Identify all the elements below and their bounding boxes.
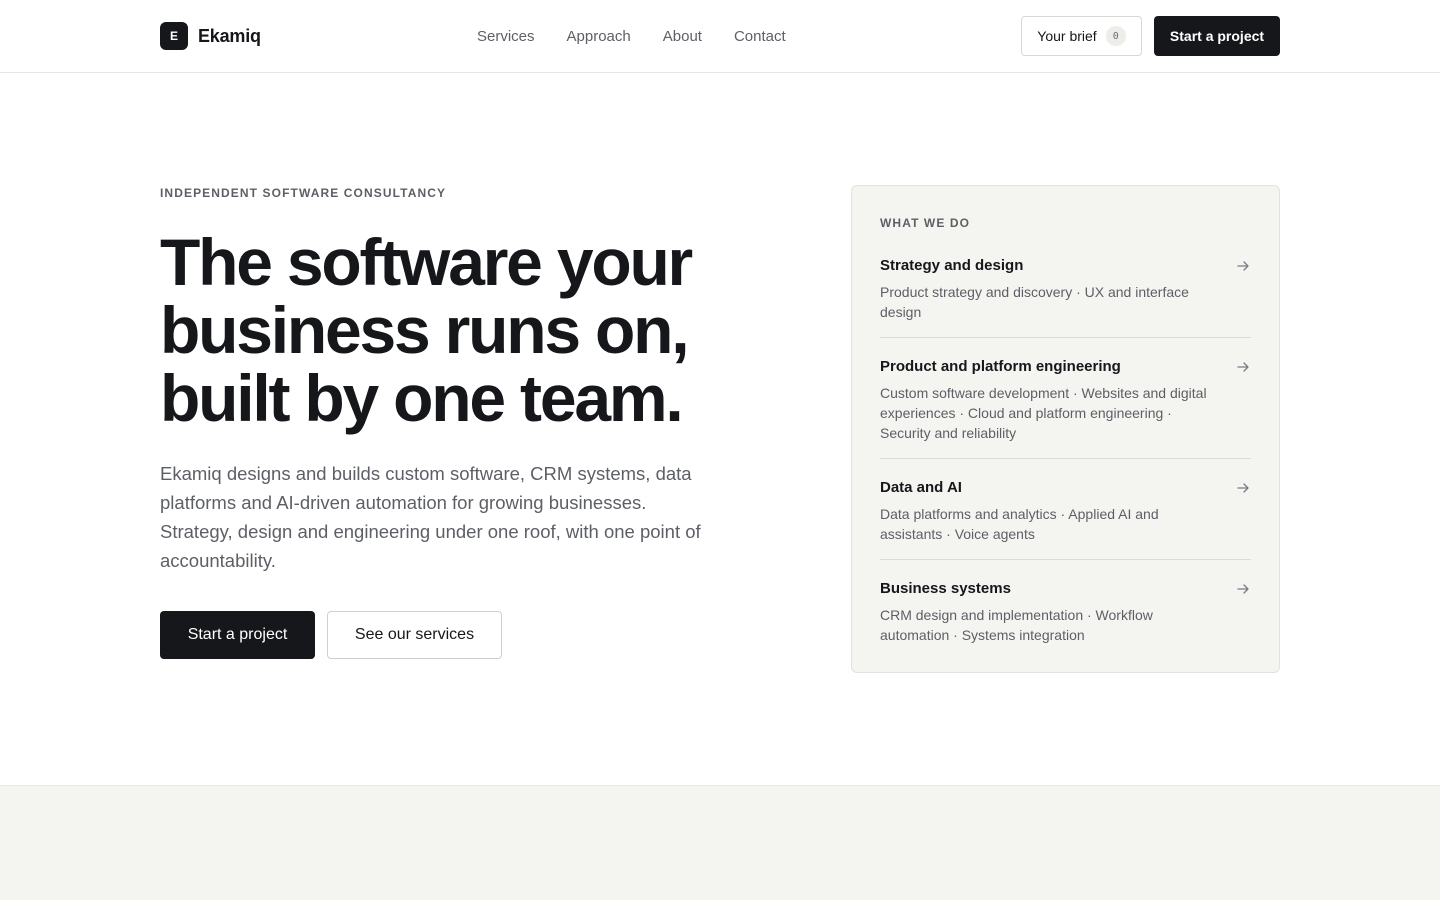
hero-subtitle: Ekamiq designs and builds custom softwar… — [160, 463, 701, 571]
next-section-band — [0, 785, 1440, 900]
arrow-right-icon — [1237, 362, 1249, 372]
hero-title: The software your business runs on, buil… — [160, 228, 800, 432]
see-services-button[interactable]: See our services — [327, 611, 502, 659]
service-item-business-systems[interactable]: Business systems CRM design and implemen… — [880, 579, 1251, 645]
nav-link-approach[interactable]: Approach — [567, 28, 631, 45]
hero-start-project-button[interactable]: Start a project — [160, 611, 315, 659]
main-nav: Services Approach About Contact — [477, 26, 786, 46]
brand-name: Ekamiq — [198, 25, 261, 46]
logo-mark: E — [160, 22, 188, 50]
header-start-project-button[interactable]: Start a project — [1154, 16, 1280, 56]
service-item-product-platform-engineering[interactable]: Product and platform engineering Custom … — [880, 357, 1251, 443]
logo-link[interactable]: E Ekamiq — [160, 22, 261, 50]
arrow-right-icon — [1237, 584, 1249, 594]
what-we-do-card: WHAT WE DO Strategy and design Product s… — [851, 185, 1280, 673]
service-title: Data and AI — [880, 479, 962, 496]
service-description: Product strategy and discovery · UX and … — [880, 284, 1189, 320]
service-description: Data platforms and analytics · Applied A… — [880, 506, 1159, 542]
service-divider — [880, 337, 1251, 338]
service-item-data-ai[interactable]: Data and AI Data platforms and analytics… — [880, 478, 1251, 544]
hero-eyebrow: INDEPENDENT SOFTWARE CONSULTANCY — [160, 186, 447, 200]
nav-link-services[interactable]: Services — [477, 28, 535, 45]
your-brief-button[interactable]: Your brief 0 — [1021, 16, 1142, 56]
service-title: Product and platform engineering — [880, 358, 1121, 375]
site-header: E Ekamiq Services Approach About Contact… — [0, 0, 1440, 73]
service-title: Business systems — [880, 580, 1011, 597]
service-description: CRM design and implementation · Workflow… — [880, 607, 1153, 643]
arrow-right-icon — [1237, 261, 1249, 271]
brief-count-badge: 0 — [1105, 26, 1126, 46]
service-description: Custom software development · Websites a… — [880, 385, 1207, 441]
card-label: WHAT WE DO — [880, 216, 971, 230]
your-brief-label: Your brief — [1037, 28, 1097, 44]
service-divider — [880, 559, 1251, 560]
service-title: Strategy and design — [880, 257, 1024, 274]
service-divider — [880, 458, 1251, 459]
hero-title-line-3: built by one team. — [160, 361, 684, 435]
nav-link-about[interactable]: About — [663, 28, 702, 45]
arrow-right-icon — [1237, 483, 1249, 493]
service-item-strategy-design[interactable]: Strategy and design Product strategy and… — [880, 256, 1251, 322]
nav-link-contact[interactable]: Contact — [734, 28, 786, 45]
hero-title-line-1: The software your — [160, 225, 693, 299]
hero-title-line-2: business runs on, — [160, 293, 690, 367]
